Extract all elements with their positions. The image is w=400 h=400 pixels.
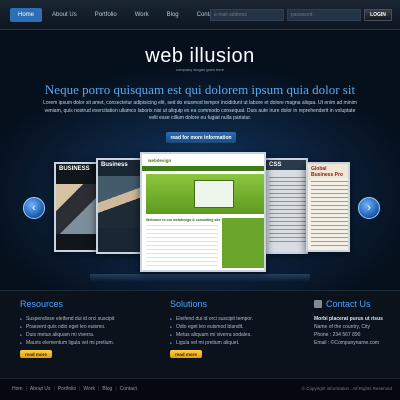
company-slogan: company slogan goes here [175, 67, 225, 72]
card-photo [98, 176, 140, 228]
slider-card-css[interactable]: CSS [264, 158, 308, 254]
nav-work[interactable]: Work [127, 8, 157, 22]
footer-link-portfolio[interactable]: Portfolio [58, 386, 76, 392]
contact-line-2: Name of the country, City [314, 324, 371, 330]
card-banner [146, 174, 264, 214]
resources-list: Suspendisse eleifend dui id orci suscipi… [20, 315, 150, 347]
footer-separator: | [79, 386, 81, 392]
list-item[interactable]: Duis metus aliquam mi viverra. [20, 331, 150, 339]
contact-phone: Phone : 234 567 890 [314, 332, 361, 338]
hero-headline: Neque porro quisquam est qui dolorem ips… [44, 82, 356, 97]
card-header-bar: CSS [266, 160, 306, 170]
slider-reflection [90, 274, 310, 282]
footer-link-about-us[interactable]: About Us [30, 386, 51, 392]
list-item[interactable]: Odio eget leo euismod blandit. [170, 323, 300, 331]
footer-link-home[interactable]: Hom [12, 386, 23, 392]
email-field[interactable] [210, 9, 284, 21]
copyright-text: © Copyright information . All Rights Res… [301, 386, 392, 391]
footer-bar: Hom | About Us | Portfolio | Work | Blog… [0, 378, 400, 400]
solutions-title: Solutions [170, 299, 208, 309]
solutions-column: Solutions Eleifend dui id orci suscipit … [170, 299, 300, 358]
list-item[interactable]: Eleifend dui id orci suscipit tempor. [170, 315, 300, 323]
slider-card-global-business[interactable]: Global Business Pro [306, 162, 350, 252]
card-text [269, 174, 306, 244]
footer-separator: | [53, 386, 55, 392]
password-field[interactable] [287, 9, 361, 21]
contact-line-1: Morbi placerat purus ut risus [314, 316, 383, 322]
list-item[interactable]: Mauris elementum ligula vel mi pretium. [20, 339, 150, 347]
brand-title: web illusion [145, 45, 255, 67]
footer-nav: Hom | About Us | Portfolio | Work | Blog… [12, 386, 137, 392]
contact-column: Contact Us Morbi placerat purus ut risus… [314, 299, 400, 347]
footer-link-contact[interactable]: Contact [120, 386, 137, 392]
resources-read-more-button[interactable]: read more [20, 350, 52, 358]
read-more-info-button[interactable]: read for more information [166, 132, 236, 143]
solutions-read-more-button[interactable]: read more [170, 350, 202, 358]
footer-link-work[interactable]: Work [83, 386, 95, 392]
nav-home[interactable]: Home [10, 8, 43, 22]
footer-separator: | [98, 386, 100, 392]
chevron-left-icon[interactable]: ‹ [23, 197, 45, 219]
nav-blog[interactable]: Blog [159, 8, 187, 22]
footer-separator: | [25, 386, 27, 392]
card-menu-bar [142, 166, 264, 171]
list-item[interactable]: Praesent quis odio eget leo euismo. [20, 323, 150, 331]
nav-portfolio[interactable]: Portfolio [87, 8, 125, 22]
card-title: Business [101, 162, 128, 168]
list-item[interactable]: Metus aliquam mi viverra sodales. [170, 331, 300, 339]
resources-column: Resources Suspendisse eleifend dui id or… [20, 299, 150, 358]
hero-intro-text: Lorem ipsum dolor sit amet, consectetur … [43, 100, 357, 121]
chevron-right-icon[interactable]: › [358, 197, 380, 219]
top-navigation-bar: Home About Us Portfolio Work Blog Contac… [0, 0, 400, 30]
nav-about-us[interactable]: About Us [44, 8, 85, 22]
card-welcome-text: Welcome to our webdesign & consulting si… [146, 218, 221, 222]
login-button[interactable]: LOGIN [364, 9, 392, 21]
main-nav: Home About Us Portfolio Work Blog Contac… [10, 8, 225, 22]
card-logo: webdesign [148, 158, 172, 163]
card-title: CSS [269, 162, 282, 168]
footer-link-blog[interactable]: Blog [102, 386, 112, 392]
login-form: LOGIN [210, 9, 392, 21]
slider-card-business[interactable]: BUSINESS [54, 162, 98, 252]
solutions-list: Eleifend dui id orci suscipit tempor. Od… [170, 315, 300, 347]
contact-email[interactable]: Email : ©Companyname.com [314, 339, 400, 347]
phone-icon [314, 300, 322, 308]
list-item[interactable]: Suspendisse eleifend dui id orci suscipi… [20, 315, 150, 323]
slider-card-business-2[interactable]: Business [96, 158, 142, 254]
footer-columns: Resources Suspendisse eleifend dui id or… [0, 290, 400, 378]
hero-section: web illusion company slogan goes here Ne… [0, 30, 400, 290]
contact-heading: Contact Us [314, 299, 400, 309]
card-banner-panel [194, 180, 234, 208]
contact-title: Contact Us [326, 299, 371, 309]
card-title: BUSINESS [59, 166, 90, 172]
slider-card-featured[interactable]: webdesign Welcome to our webdesign & con… [140, 152, 266, 272]
resources-title: Resources [20, 299, 64, 309]
card-photo [56, 184, 96, 234]
portfolio-slider: ‹ › BUSINESS Business webdesign Welcome … [0, 152, 400, 282]
card-content [146, 218, 218, 268]
card-sidebar [222, 218, 264, 268]
card-text [311, 178, 348, 248]
footer-separator: | [115, 386, 117, 392]
list-item[interactable]: Ligula vel mi pretium aliquet. [170, 339, 300, 347]
